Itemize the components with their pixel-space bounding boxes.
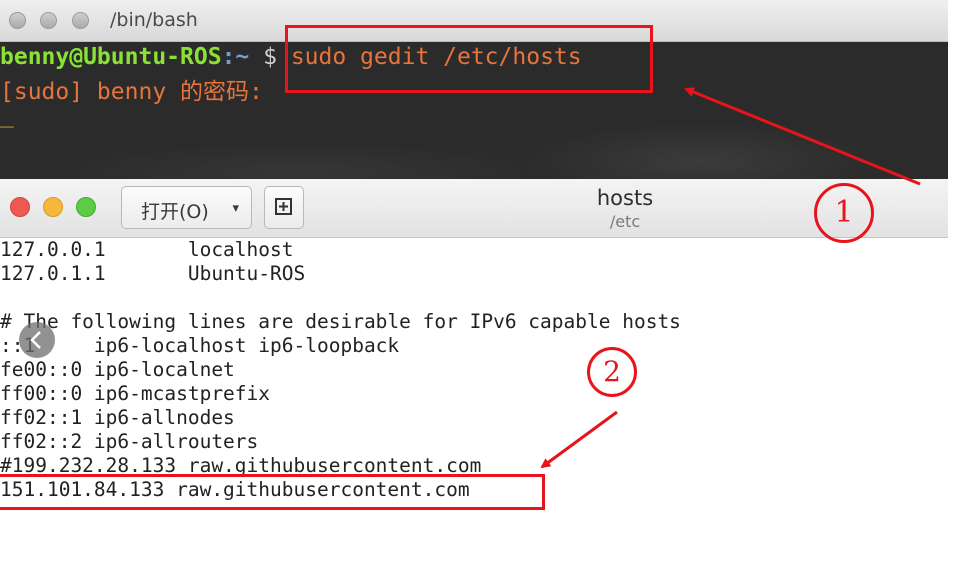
annotation-arrow-1 (684, 87, 921, 186)
annotation-arrows (540, 87, 921, 469)
annotation-arrow-2 (540, 410, 618, 469)
